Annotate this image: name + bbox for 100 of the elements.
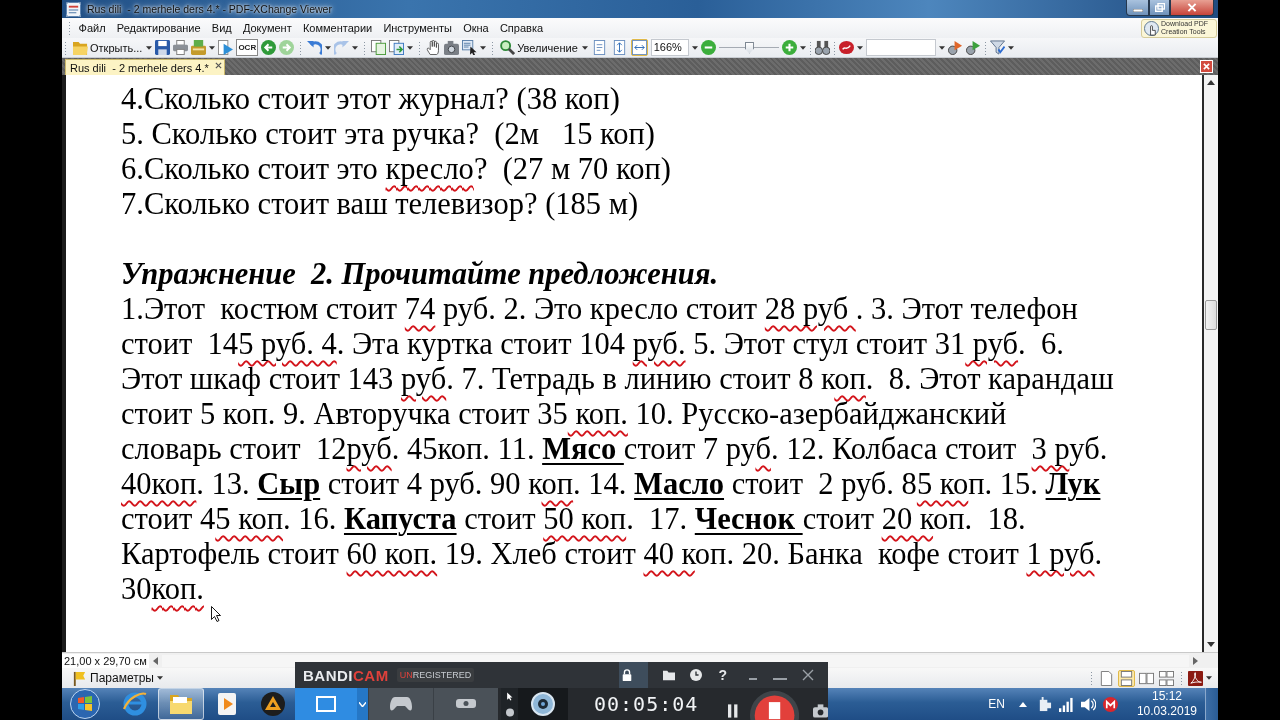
single-page-button[interactable] [1098, 669, 1115, 687]
cursor-icon [211, 606, 221, 622]
caret-icon[interactable] [691, 45, 698, 50]
menu-item[interactable]: Справка [494, 22, 549, 34]
camera-icon[interactable] [812, 704, 828, 718]
save-icon[interactable] [155, 40, 171, 55]
caret-icon[interactable] [1007, 45, 1014, 50]
device-mode-button[interactable] [433, 688, 498, 720]
pages-icon[interactable] [371, 40, 387, 55]
show-hidden-icon[interactable] [1018, 701, 1027, 707]
signal-bars-icon[interactable] [1058, 696, 1074, 712]
menu-item[interactable]: Редактирование [111, 22, 207, 34]
pause-icon[interactable] [728, 704, 738, 718]
binoculars-icon[interactable] [814, 40, 830, 55]
grip-handle[interactable] [363, 40, 367, 55]
grip-handle[interactable] [1090, 671, 1093, 685]
grip-handle[interactable] [68, 21, 71, 35]
menu-item[interactable]: Файл [73, 22, 112, 34]
printer-icon[interactable] [173, 40, 189, 55]
lock-button[interactable] [619, 662, 649, 688]
zoom-slider[interactable] [718, 41, 779, 54]
grip-handle[interactable] [299, 40, 303, 55]
folder-taskbar-button[interactable] [158, 688, 204, 720]
grip-handle[interactable] [491, 40, 495, 55]
open-button[interactable]: Открыть... [72, 40, 144, 55]
find-previous-icon[interactable] [947, 40, 963, 55]
caret-icon[interactable] [209, 45, 216, 50]
menu-item[interactable]: Комментарии [297, 22, 378, 34]
camera-icon[interactable] [444, 40, 460, 55]
microphone-icon[interactable] [505, 707, 514, 717]
search-field[interactable] [865, 39, 936, 56]
grip-handle[interactable] [983, 40, 987, 55]
clock-time[interactable]: 15:12 [1151, 689, 1182, 704]
grip-handle[interactable] [1180, 671, 1183, 685]
facing-continuous-button[interactable] [1158, 669, 1175, 687]
webcam-button[interactable] [518, 688, 568, 720]
scroll-up-icon[interactable] [1207, 80, 1215, 85]
scroll-right-icon[interactable] [1193, 656, 1198, 665]
cursor-icon[interactable] [505, 691, 514, 701]
options-button[interactable]: Параметры [72, 670, 154, 686]
slider-thumb[interactable] [744, 41, 754, 54]
menu-item[interactable]: Окна [457, 22, 495, 34]
pages-arrow-icon[interactable] [389, 40, 405, 55]
back-icon[interactable] [261, 40, 277, 55]
document-tab[interactable]: Rus dili - 2 merhele ders 4.* [65, 59, 225, 75]
maximize-button[interactable] [1149, 0, 1170, 16]
ocr-button[interactable]: OCR [236, 39, 259, 56]
hand-icon[interactable] [426, 40, 442, 55]
recording-timer: 00:05:04 [594, 692, 699, 716]
close-button[interactable] [1170, 0, 1214, 16]
caret-icon[interactable] [581, 45, 588, 50]
caret-icon[interactable] [325, 45, 332, 50]
minimize-button[interactable] [1126, 0, 1149, 16]
zoom-tool-button[interactable]: Увеличение [499, 40, 579, 55]
language-indicator[interactable]: EN [988, 697, 1005, 711]
caret-icon[interactable] [480, 45, 487, 50]
close-icon[interactable] [802, 669, 814, 681]
funnel-icon[interactable] [989, 40, 1005, 55]
grip-handle[interactable] [418, 40, 422, 55]
stamp-icon[interactable] [838, 40, 854, 55]
caret-icon[interactable] [352, 45, 359, 50]
caret-icon[interactable] [1206, 676, 1212, 680]
grip-handle[interactable] [808, 40, 812, 55]
menu-item[interactable]: Документ [237, 22, 298, 34]
text-select-icon[interactable] [462, 40, 478, 55]
menu-item[interactable]: Инструменты [377, 22, 458, 34]
undo-icon[interactable] [307, 40, 323, 55]
grip-handle[interactable] [64, 40, 67, 55]
caret-icon[interactable] [856, 45, 863, 50]
fit-page-icon [611, 40, 627, 55]
scroll-left-icon[interactable] [152, 656, 158, 665]
window-title: Rus dili - 2 merhele ders 4.* - PDF-XChange Viewer [87, 3, 332, 15]
zoom-field[interactable]: 166% [650, 39, 689, 56]
speaker-icon[interactable] [1080, 696, 1096, 712]
bandicam-logo: BANDICAM [303, 666, 389, 684]
fit-width-button[interactable] [630, 39, 648, 56]
clock-icon[interactable] [690, 669, 703, 681]
menu-item[interactable]: Вид [206, 22, 238, 34]
scroll-down-icon[interactable] [1207, 642, 1215, 647]
game-mode-button[interactable] [368, 688, 433, 720]
screen-mode-button[interactable] [295, 688, 357, 720]
close-document-button[interactable] [1200, 60, 1213, 73]
pdf-icon[interactable] [1188, 670, 1203, 686]
m-circle-icon[interactable] [1102, 696, 1118, 712]
continuous-pages-button[interactable] [1118, 669, 1135, 687]
find-next-icon[interactable] [965, 40, 981, 55]
caret-icon[interactable] [156, 676, 163, 680]
caret-icon[interactable] [407, 45, 414, 50]
caret-icon[interactable] [799, 45, 806, 50]
stop-record-button[interactable] [749, 688, 799, 720]
close-icon[interactable] [214, 62, 222, 69]
caret-icon[interactable] [146, 45, 153, 50]
mode-dropdown-button[interactable] [357, 688, 368, 720]
flag-icon [72, 670, 87, 686]
clock-date[interactable]: 10.03.2019 [1136, 704, 1197, 719]
help-button[interactable]: ? [718, 667, 727, 683]
question-text: 6.Сколько стоит это кресло? (27 м 70 коп) [121, 152, 671, 187]
grip-handle[interactable] [832, 40, 836, 55]
scroll-thumb[interactable] [1205, 300, 1217, 330]
caret-icon[interactable] [938, 45, 945, 50]
